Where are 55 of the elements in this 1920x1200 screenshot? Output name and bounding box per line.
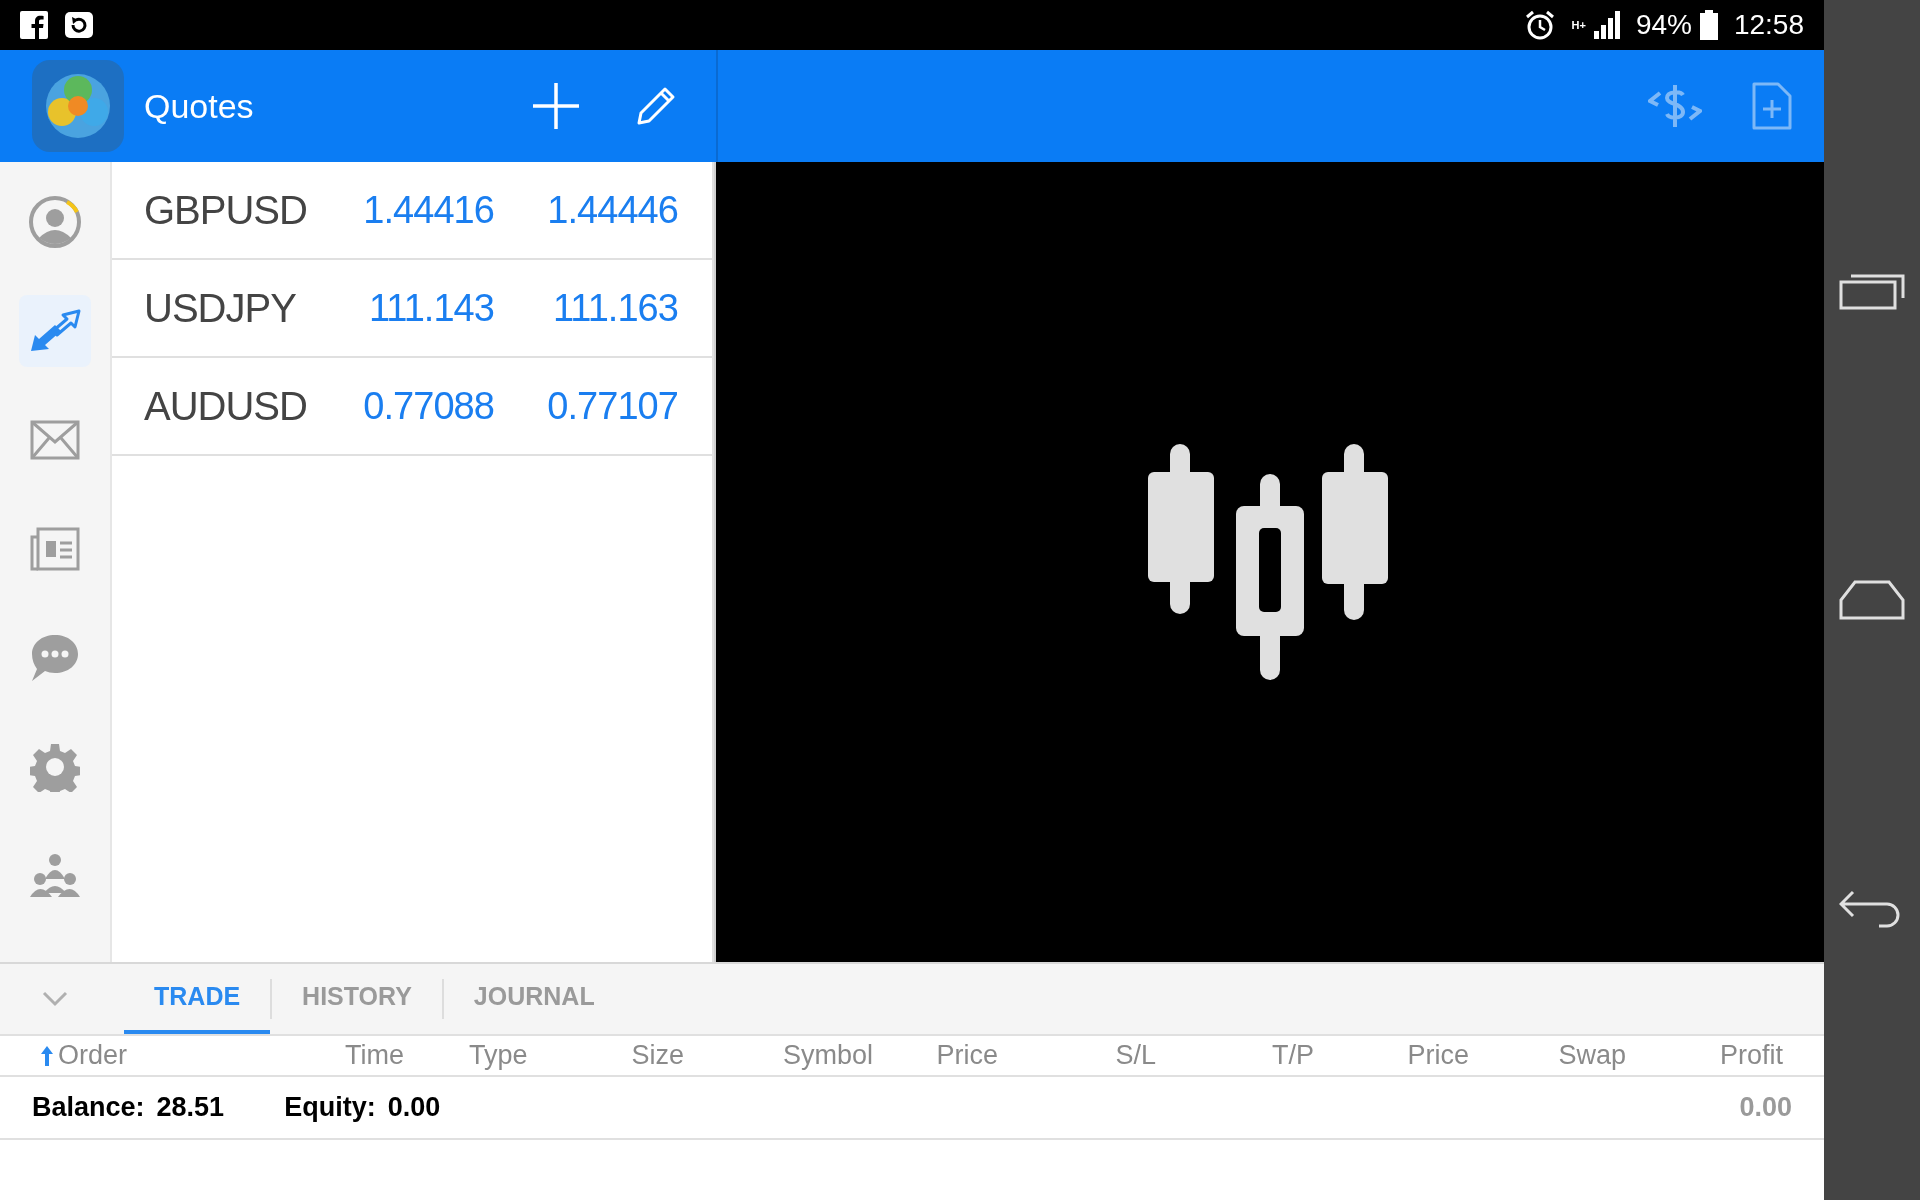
- ask-price: 1.44446: [546, 187, 678, 233]
- signal-strength-icon: [1593, 11, 1620, 39]
- profit-total: 0.00: [1739, 1091, 1792, 1125]
- symbol-name: USDJPY: [144, 285, 297, 332]
- battery-icon: [1699, 10, 1718, 40]
- symbol-name: GBPUSD: [144, 187, 308, 234]
- diagonal-arrows-icon: [29, 309, 81, 353]
- user-circle-icon: [27, 194, 83, 250]
- bid-price: 1.44416: [362, 187, 494, 233]
- dollar-exchange-icon[interactable]: [1648, 83, 1702, 129]
- quote-row[interactable]: AUDUSD 0.77088 0.77107: [112, 358, 712, 456]
- bid-price: 111.143: [367, 285, 494, 331]
- ask-price: 0.77107: [546, 383, 678, 429]
- refresh-icon: [64, 11, 94, 39]
- f-logo-icon: [20, 11, 48, 39]
- column-header[interactable]: Price: [936, 1035, 998, 1076]
- equity-value: 0.00: [387, 1091, 441, 1125]
- app-logo-icon[interactable]: [32, 60, 124, 152]
- bid-price: 0.77088: [362, 383, 494, 429]
- network-type: H+: [1571, 19, 1586, 31]
- people-group-icon: [30, 853, 80, 899]
- nav-item[interactable]: [19, 295, 91, 367]
- ask-price: 111.163: [551, 285, 678, 331]
- symbol-name: AUDUSD: [144, 383, 308, 430]
- column-header[interactable]: Type: [469, 1035, 528, 1076]
- pencil-icon: [635, 85, 677, 127]
- column-header[interactable]: Symbol: [782, 1035, 873, 1076]
- panel-tab[interactable]: JOURNAL: [443, 964, 625, 1034]
- sort-arrow-icon: [40, 1045, 54, 1066]
- panel-tab[interactable]: HISTORY: [272, 964, 442, 1034]
- column-header[interactable]: Order: [58, 1035, 128, 1076]
- column-header[interactable]: Swap: [1558, 1035, 1626, 1076]
- alarm-clock-icon: [1523, 9, 1556, 41]
- speech-bubble-icon: [30, 633, 80, 683]
- column-header[interactable]: Size: [631, 1035, 684, 1076]
- envelope-icon: [30, 420, 80, 460]
- chevron-down-icon[interactable]: [42, 991, 68, 1007]
- quote-row[interactable]: GBPUSD 1.44416 1.44446: [112, 162, 712, 260]
- quote-row[interactable]: USDJPY 111.143 111.163: [112, 260, 712, 358]
- column-header[interactable]: T/P: [1272, 1035, 1314, 1076]
- column-header[interactable]: Time: [345, 1035, 404, 1076]
- settings-icon: [30, 742, 80, 792]
- column-header[interactable]: S/L: [1115, 1035, 1156, 1076]
- column-header[interactable]: Profit: [1719, 1035, 1783, 1076]
- balance-label: Balance:: [32, 1091, 145, 1125]
- battery-percent: 94%: [1635, 8, 1692, 42]
- balance-value: 28.51: [156, 1091, 225, 1125]
- clock-time: 12:58: [1733, 8, 1804, 42]
- newspaper-icon: [30, 527, 80, 571]
- toolbar-title: Quotes: [144, 85, 254, 127]
- equity-label: Equity:: [284, 1091, 376, 1125]
- plus-icon: [533, 83, 579, 129]
- home-icon[interactable]: [1839, 580, 1905, 620]
- column-header[interactable]: Price: [1407, 1035, 1469, 1076]
- new-document-icon[interactable]: [1752, 82, 1792, 130]
